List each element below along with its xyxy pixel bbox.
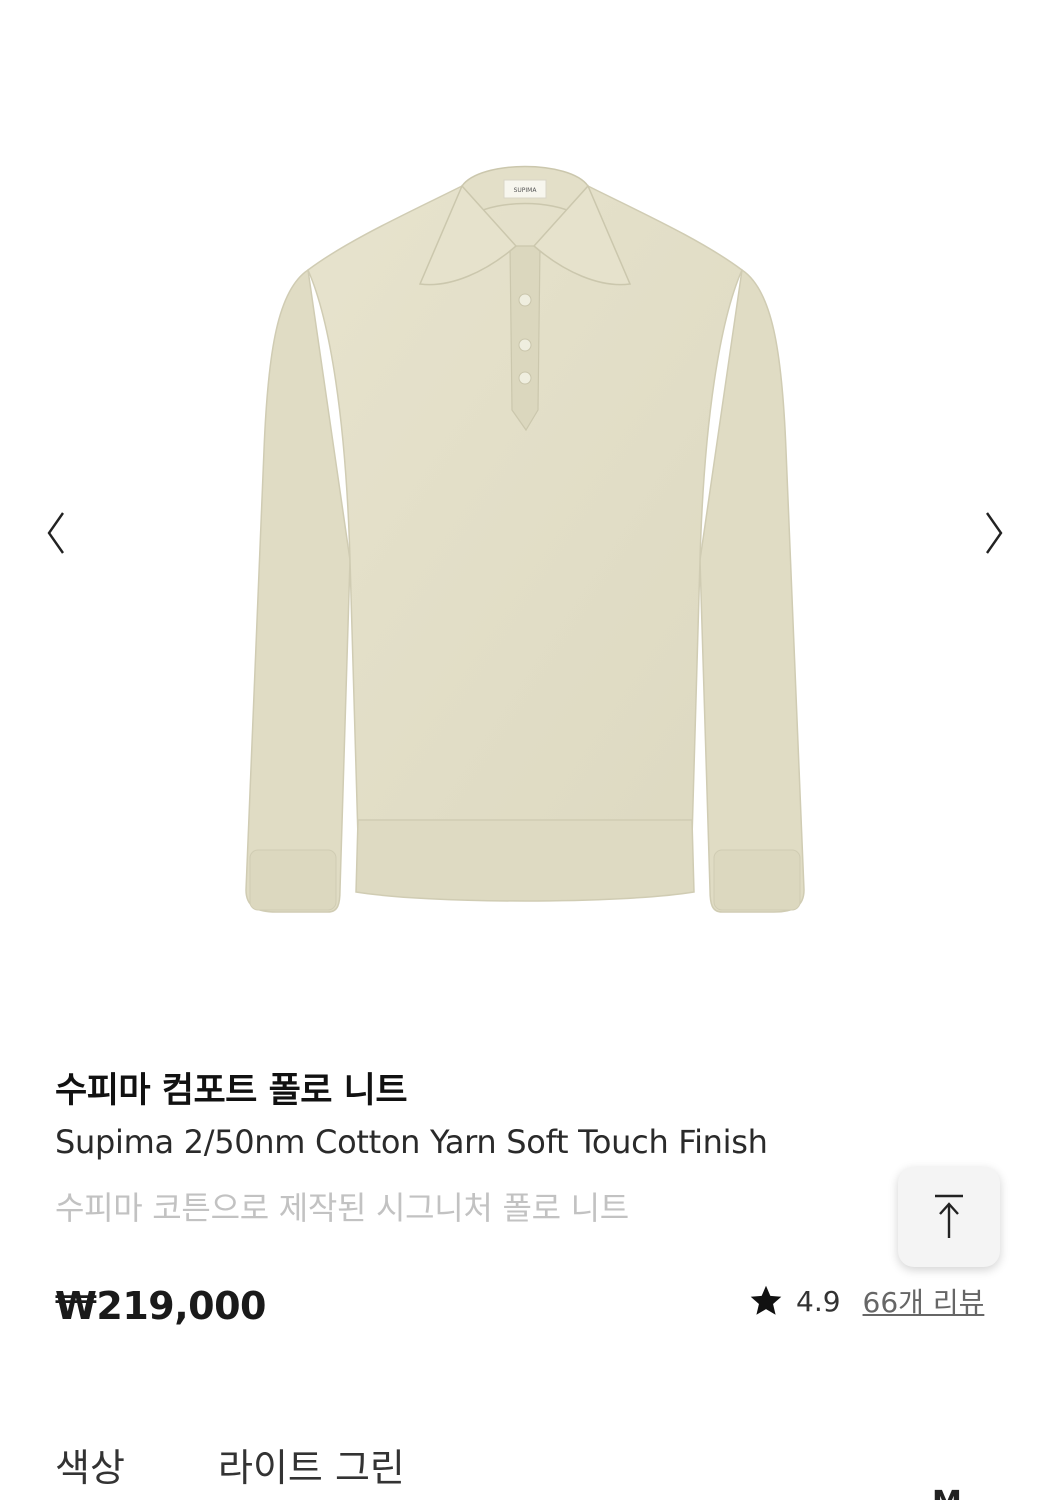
review-count-link[interactable]: 66개 리뷰	[863, 1281, 985, 1321]
rating-score: 4.9	[796, 1284, 841, 1318]
chevron-left-icon	[47, 512, 64, 554]
color-option-label: 색상	[55, 1446, 125, 1490]
product-subtitle: Supima 2/50nm Cotton Yarn Soft Touch Fin…	[55, 1123, 768, 1161]
product-title: 수피마 컴포트 폴로 니트	[55, 1071, 408, 1111]
rating-summary: 4.9 66개 리뷰	[748, 1281, 984, 1321]
arrow-to-top-icon	[935, 1194, 963, 1238]
product-price: ₩219,000	[55, 1284, 267, 1328]
gallery-prev-button[interactable]	[34, 505, 78, 561]
gallery-next-button[interactable]	[972, 505, 1016, 561]
scroll-to-top-button[interactable]	[898, 1167, 1000, 1267]
product-page: SUPIMA 수피마 컴포트 폴로 니트 Supima 2/50nm Cotto…	[0, 0, 1050, 1500]
product-description: 수피마 코튼으로 제작된 시그니처 폴로 니트	[55, 1189, 629, 1227]
product-gallery: SUPIMA	[0, 0, 1050, 1030]
svg-text:SUPIMA: SUPIMA	[514, 187, 538, 194]
color-option-value: 라이트 그린	[218, 1446, 405, 1490]
product-image: SUPIMA	[245, 165, 805, 913]
size-option-partial: M	[932, 1488, 962, 1500]
star-icon	[750, 1285, 782, 1315]
chevron-right-icon	[986, 512, 1003, 554]
